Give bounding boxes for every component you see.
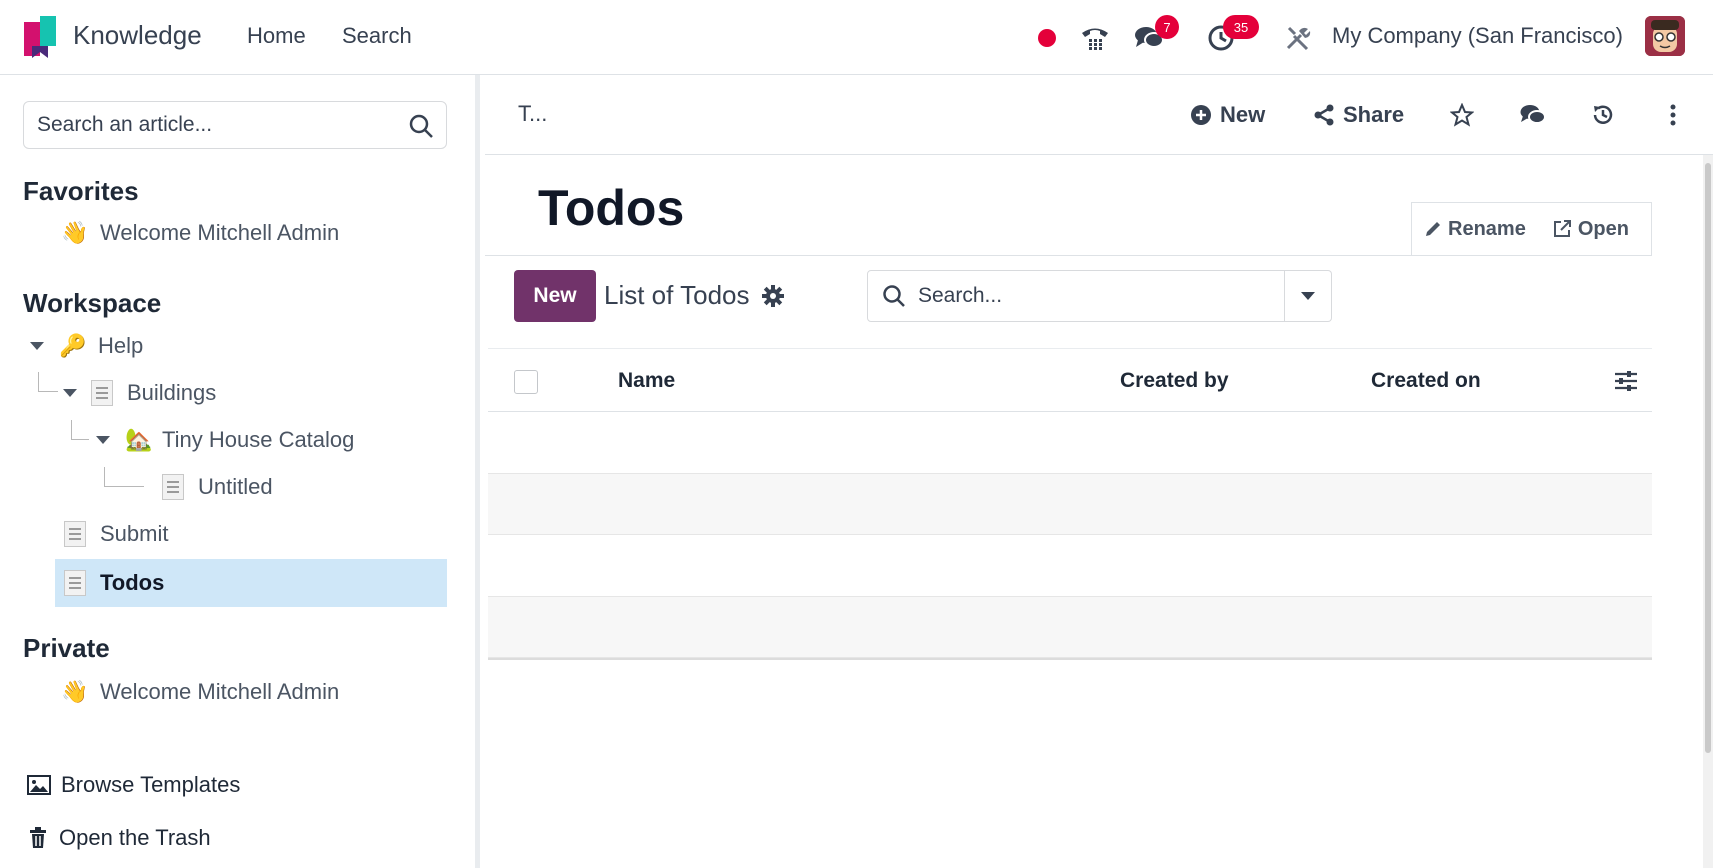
company-switcher[interactable]: My Company (San Francisco) [1332,23,1623,49]
todo-search[interactable] [867,270,1285,322]
breadcrumb[interactable]: T... [518,101,547,127]
table-footer-line [488,658,1652,660]
image-icon [27,775,51,795]
history-icon[interactable] [1585,97,1621,133]
plus-circle-icon [1191,105,1211,125]
open-trash-link[interactable]: Open the Trash [27,825,211,851]
waving-hand-icon: 👋 [61,220,89,245]
embed-actions: Rename Open [1411,202,1652,255]
nav-home[interactable]: Home [247,23,306,49]
document-icon [162,474,184,500]
favorite-item-welcome[interactable]: 👋 Welcome Mitchell Admin [60,210,339,256]
nav-search[interactable]: Search [342,23,412,49]
search-icon [883,285,905,307]
activities-badge: 35 [1223,15,1259,39]
tree-item-untitled[interactable]: Untitled [162,464,273,510]
messages-badge: 7 [1155,15,1179,39]
document-icon [64,521,86,547]
workspace-title: Workspace [23,288,162,318]
page-title[interactable]: Todos [538,179,684,237]
sidebar: Favorites 👋 Welcome Mitchell Admin Works… [0,75,480,868]
waving-hand-icon: 👋 [61,679,89,704]
share-button[interactable]: Share [1313,97,1404,133]
browse-templates-link[interactable]: Browse Templates [27,772,240,798]
gear-icon[interactable] [761,284,784,307]
column-created-by[interactable]: Created by [1120,369,1229,393]
document-icon [64,570,86,596]
table-row [488,412,1652,474]
column-created-on[interactable]: Created on [1371,369,1481,393]
select-all-checkbox[interactable] [514,370,538,394]
article-topbar: T... New Share [485,75,1713,155]
todo-table: Name Created by Created on [488,348,1652,660]
todo-search-input[interactable] [918,284,1258,308]
favorites-title: Favorites [23,176,139,206]
tree-item-todos[interactable]: Todos [64,560,164,606]
table-row [488,596,1652,658]
tree-item-help[interactable]: 🔑 Help [30,323,143,369]
search-options-toggle[interactable] [1285,270,1332,322]
search-icon[interactable] [408,113,434,139]
comments-icon[interactable] [1515,97,1551,133]
tree-connector [38,372,58,392]
recording-dot-icon[interactable] [1036,0,1058,75]
tree-connector [71,420,89,440]
main-content: T... New Share Todos Rename Open New Lis… [485,75,1713,868]
key-icon: 🔑 [59,333,87,358]
private-title: Private [23,633,110,663]
caret-down-icon[interactable] [30,342,44,350]
pencil-icon [1426,222,1440,236]
star-icon[interactable] [1444,97,1480,133]
tree-connector [104,467,144,487]
document-icon [91,380,113,406]
article-search[interactable] [23,101,447,149]
caret-down-icon[interactable] [96,436,110,444]
column-name[interactable]: Name [618,369,675,393]
tree-item-tiny-house-catalog[interactable]: 🏡 Tiny House Catalog [96,417,354,463]
table-header: Name Created by Created on [488,348,1652,412]
tree-item-submit[interactable]: Submit [64,511,168,557]
top-navbar: Knowledge Home Search 7 35 My Company (S… [0,0,1713,75]
list-title: List of Todos [604,280,784,311]
rename-button[interactable]: Rename [1424,218,1526,241]
caret-down-icon[interactable] [63,389,77,397]
column-options-icon[interactable] [1613,368,1639,394]
new-article-button[interactable]: New [1190,97,1265,133]
more-options-icon[interactable] [1655,97,1691,133]
house-icon: 🏡 [125,427,153,452]
external-link-icon [1553,220,1571,237]
new-todo-button[interactable]: New [514,270,596,322]
table-row [488,535,1652,597]
table-row [488,473,1652,535]
phone-icon[interactable] [1078,0,1112,75]
share-icon [1314,104,1334,126]
trash-icon [30,827,46,848]
scrollbar-thumb[interactable] [1705,163,1711,753]
caret-down-icon [1301,292,1315,300]
tools-icon[interactable] [1283,0,1313,75]
article-search-input[interactable] [37,113,397,137]
knowledge-logo-icon[interactable] [24,16,56,58]
app-name[interactable]: Knowledge [73,20,202,51]
private-item-welcome[interactable]: 👋 Welcome Mitchell Admin [60,669,339,715]
tree-item-buildings[interactable]: Buildings [63,370,216,416]
user-avatar[interactable] [1645,16,1685,56]
embed-divider [485,255,1652,256]
open-button[interactable]: Open [1552,218,1629,241]
